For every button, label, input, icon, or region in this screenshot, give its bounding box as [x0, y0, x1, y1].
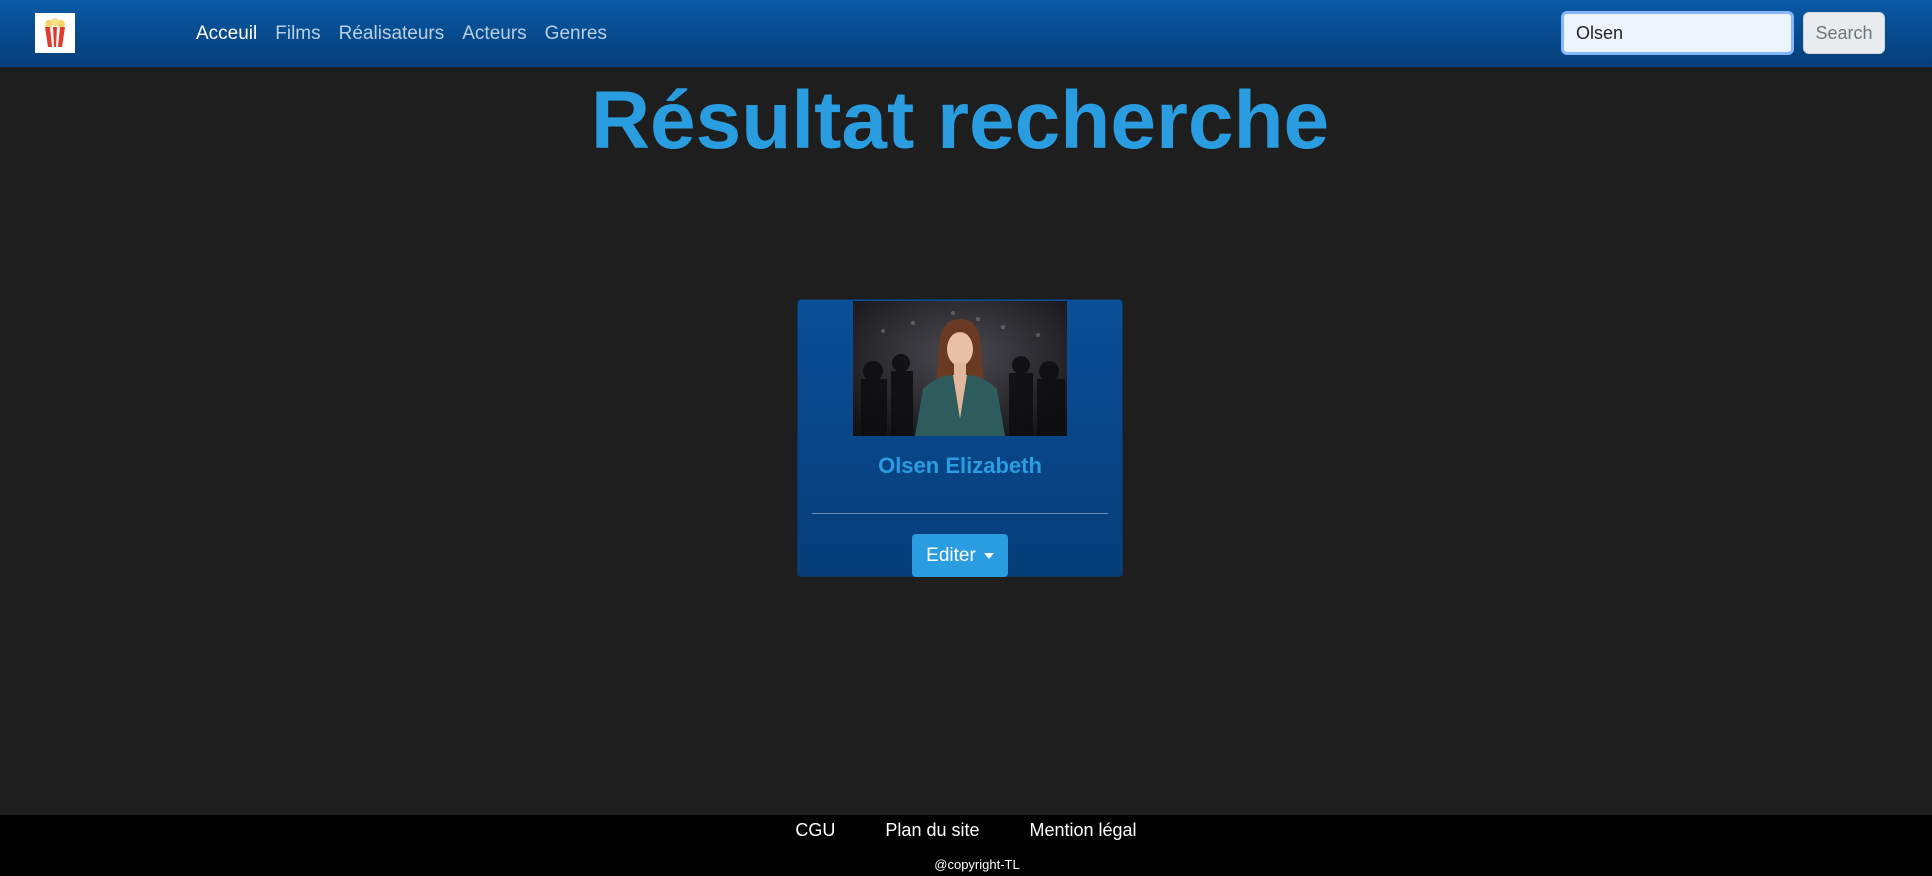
popcorn-logo-icon[interactable]	[35, 13, 75, 53]
search-button[interactable]: Search	[1803, 12, 1885, 54]
footer-link-mention-legal[interactable]: Mention légal	[1029, 820, 1136, 841]
top-navbar: Acceuil Films Réalisateurs Acteurs Genre…	[0, 0, 1932, 67]
edit-dropdown-button[interactable]: Editer	[912, 534, 1008, 577]
footer: CGU Plan du site Mention légal @copyrigh…	[0, 815, 1932, 876]
card-divider	[812, 513, 1108, 514]
actor-photo[interactable]	[853, 301, 1067, 436]
caret-down-icon	[983, 552, 994, 559]
footer-link-cgu[interactable]: CGU	[795, 820, 835, 841]
nav-link-acteurs[interactable]: Acteurs	[462, 23, 526, 45]
search-input[interactable]	[1561, 11, 1794, 55]
page-title: Résultat recherche	[590, 75, 1330, 166]
nav-link-genres[interactable]: Genres	[545, 23, 607, 45]
main-nav: Acceuil Films Réalisateurs Acteurs Genre…	[196, 0, 607, 67]
footer-link-plan-du-site[interactable]: Plan du site	[885, 820, 979, 841]
footer-links: CGU Plan du site Mention légal	[0, 815, 1932, 845]
actor-name[interactable]: Olsen Elizabeth	[798, 453, 1122, 479]
nav-link-acceuil[interactable]: Acceuil	[196, 23, 257, 45]
edit-button-label: Editer	[926, 544, 976, 566]
actor-card: Olsen Elizabeth Editer	[797, 299, 1123, 577]
nav-link-realisateurs[interactable]: Réalisateurs	[339, 23, 445, 45]
nav-link-films[interactable]: Films	[275, 23, 320, 45]
copyright-text: @copyright-TL	[934, 857, 1020, 872]
